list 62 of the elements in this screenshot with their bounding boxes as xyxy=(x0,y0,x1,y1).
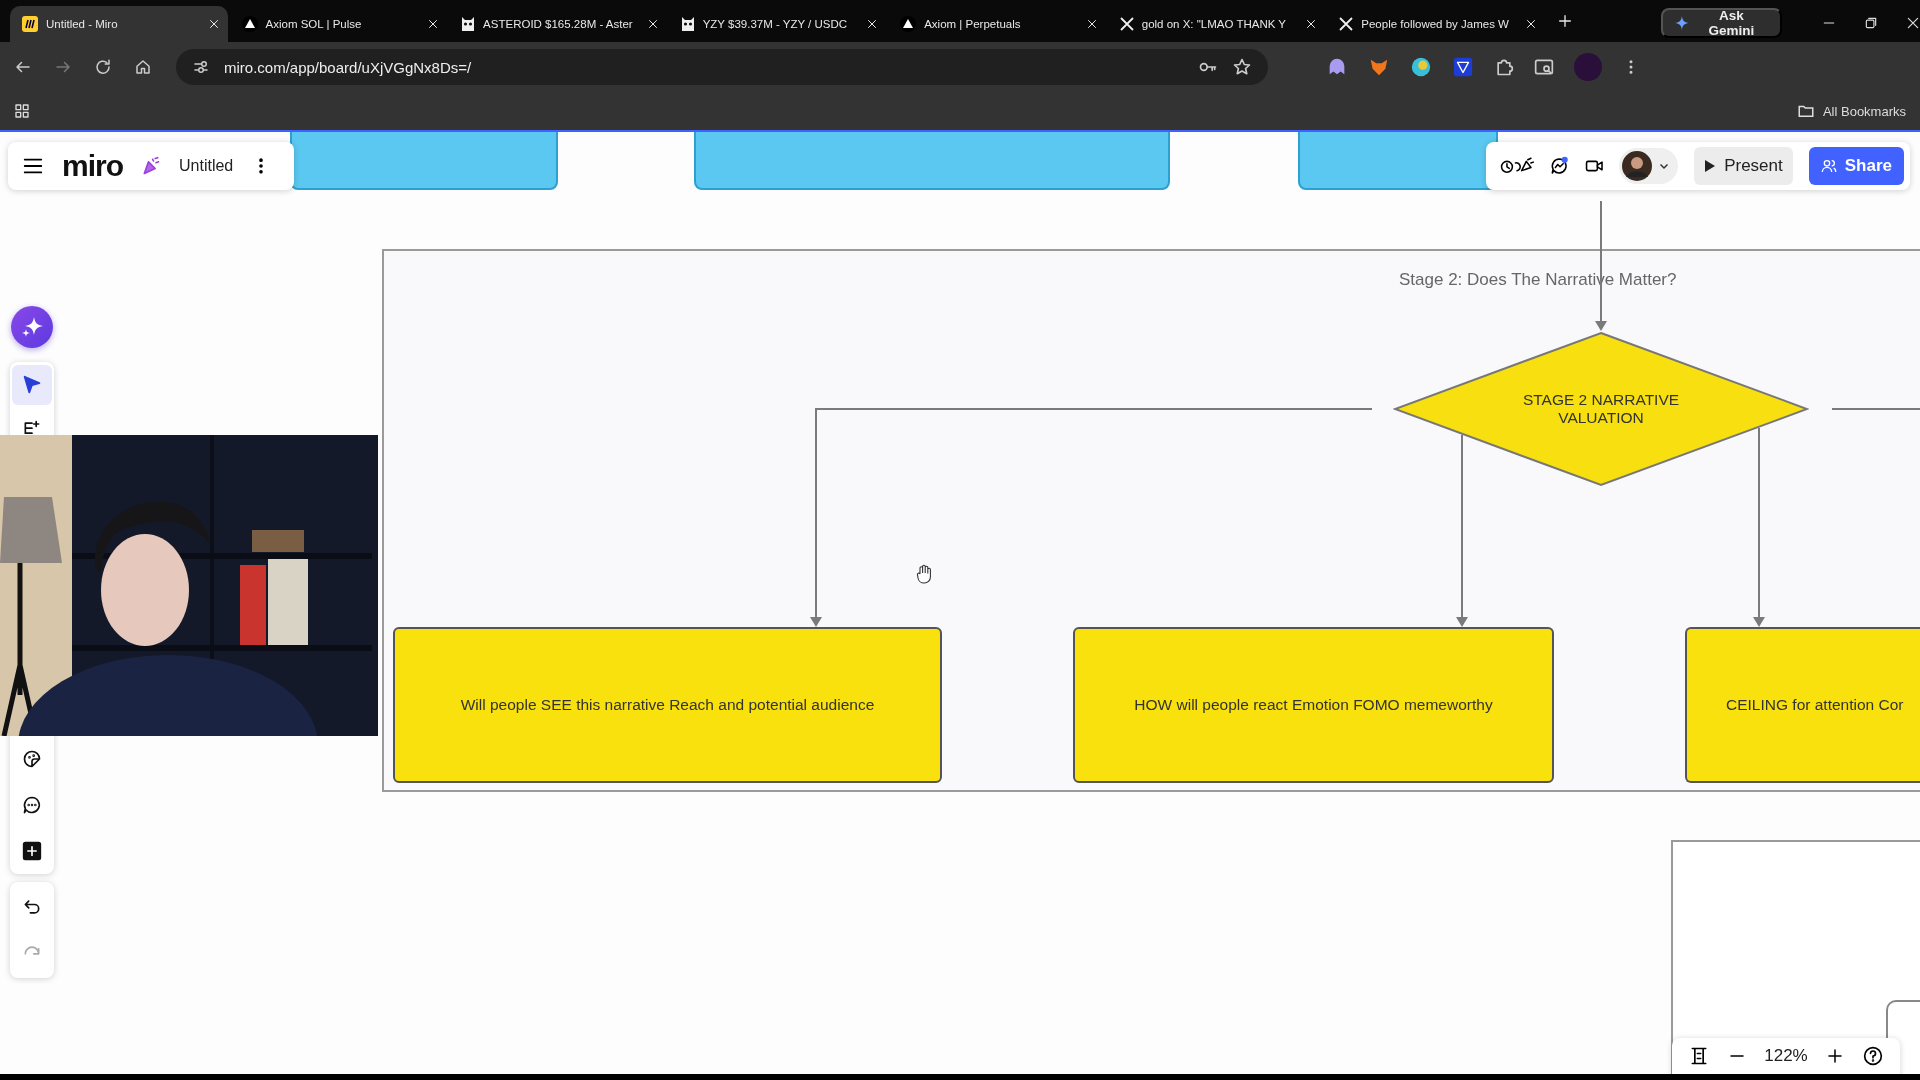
reload-icon[interactable] xyxy=(94,58,112,76)
browser-tab[interactable]: ASTEROID $165.28M - Aster xyxy=(449,6,667,42)
hand-cursor-icon xyxy=(916,564,934,584)
board-title[interactable]: Untitled xyxy=(179,157,234,175)
undo-icon[interactable] xyxy=(22,897,42,917)
list-add-icon[interactable] xyxy=(22,419,42,434)
collaborators-button[interactable] xyxy=(1619,148,1679,184)
x-logo-icon xyxy=(1119,17,1134,31)
close-icon[interactable] xyxy=(207,18,220,30)
owl-logo-icon xyxy=(461,16,476,32)
cursor-arrow-icon[interactable] xyxy=(21,374,43,396)
sparkle-icon xyxy=(1674,16,1689,30)
browser-tab[interactable]: gold on X: "LMAO THANK Y xyxy=(1107,6,1326,42)
new-tab-icon[interactable] xyxy=(1556,13,1573,29)
star-icon[interactable] xyxy=(1232,57,1252,77)
people-icon xyxy=(1820,158,1837,174)
browser-tab[interactable]: Untitled - Miro xyxy=(10,6,228,42)
owl-logo-icon xyxy=(680,16,695,32)
x-logo-icon xyxy=(1339,17,1354,31)
close-icon[interactable] xyxy=(646,18,659,30)
present-button[interactable]: Present xyxy=(1694,147,1793,185)
close-icon[interactable] xyxy=(866,18,879,30)
browser-tab[interactable]: YZY $39.37M - YZY / USDC xyxy=(668,6,887,42)
browser-tab[interactable]: Axiom | Perpetuals xyxy=(888,6,1106,42)
process-node: CEILING for attention Cor xyxy=(1685,627,1920,783)
close-icon[interactable] xyxy=(1305,18,1318,30)
process-node: HOW will people react Emotion FOMO memeworthy xyxy=(1073,627,1554,783)
play-icon xyxy=(1704,159,1717,173)
close-icon[interactable] xyxy=(427,18,440,30)
close-icon[interactable] xyxy=(1905,16,1920,30)
site-settings-icon[interactable] xyxy=(192,58,210,76)
puzzle-icon[interactable] xyxy=(1494,57,1514,77)
ai-assistant-button[interactable] xyxy=(11,306,53,348)
triangle-logo-icon xyxy=(900,16,917,32)
close-icon[interactable] xyxy=(1085,18,1098,30)
process-node: Will people SEE this narrative Reach and potential audience xyxy=(393,627,942,783)
select-tool-button[interactable] xyxy=(12,365,52,405)
restore-icon[interactable] xyxy=(1863,16,1878,30)
help-icon[interactable] xyxy=(1862,1046,1883,1066)
browser-tab[interactable]: Axiom SOL | Pulse xyxy=(229,6,448,42)
miro-logo[interactable]: miro xyxy=(62,149,123,183)
address-bar[interactable]: miro.com/app/board/uXjVGgNx8Ds=/ xyxy=(176,49,1268,85)
home-icon[interactable] xyxy=(134,58,152,76)
ask-gemini-button[interactable]: Ask Gemini xyxy=(1660,8,1782,38)
zoom-in-icon[interactable] xyxy=(1826,1047,1845,1065)
zoom-level: 122% xyxy=(1764,1046,1808,1066)
share-button[interactable]: Share xyxy=(1808,147,1904,185)
shield-extension-icon[interactable] xyxy=(1452,56,1474,78)
close-icon[interactable] xyxy=(1524,18,1537,30)
all-bookmarks-button[interactable]: All Bookmarks xyxy=(1796,102,1906,120)
triangle-logo-icon xyxy=(241,16,258,32)
add-square-icon[interactable] xyxy=(22,841,42,861)
avatar-icon xyxy=(1622,151,1653,181)
party-popper-icon[interactable] xyxy=(141,156,161,176)
apps-grid-icon[interactable] xyxy=(14,103,30,119)
board-logo-icon xyxy=(22,16,38,32)
globe-extension-icon[interactable] xyxy=(1410,56,1432,78)
tab-search-icon[interactable] xyxy=(1534,57,1554,77)
decision-node: STAGE 2 NARRATIVE VALUATION xyxy=(1393,331,1809,487)
comment-icon[interactable] xyxy=(22,795,42,815)
sticker-icon[interactable] xyxy=(22,749,42,769)
browser-tab[interactable]: People followed by James W xyxy=(1327,6,1545,42)
